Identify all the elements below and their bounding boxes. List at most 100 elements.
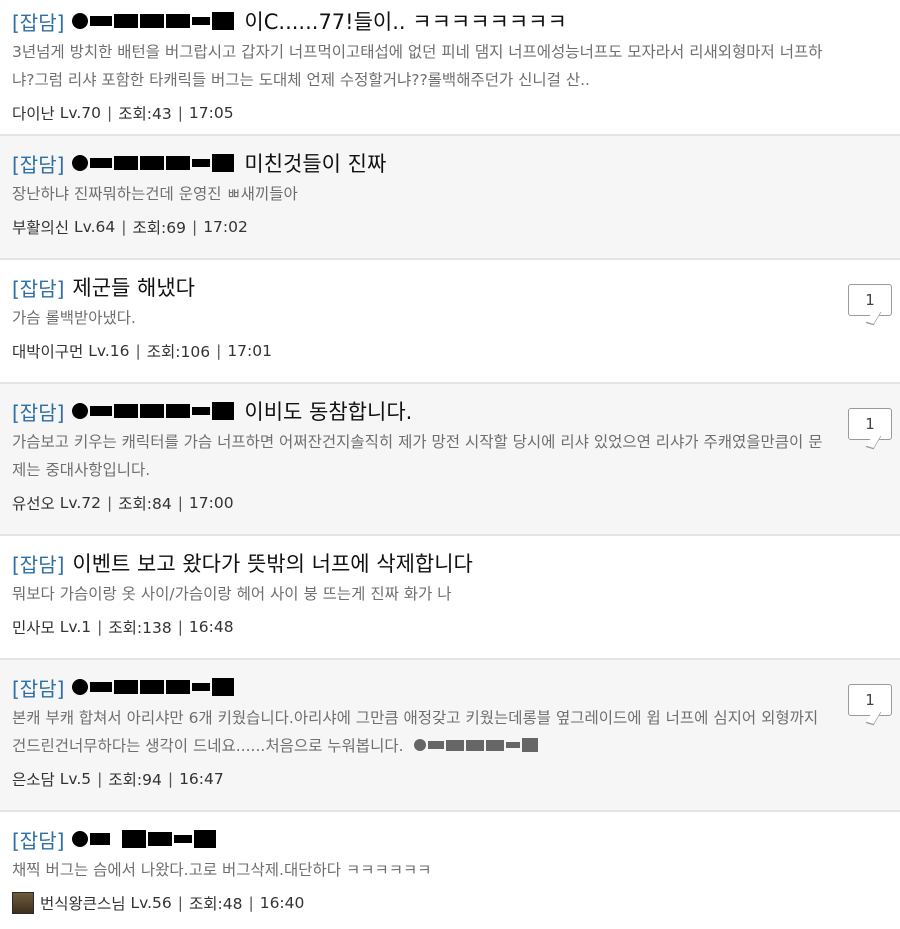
post-title-row[interactable]: [잡담] 미친것들이 진짜 bbox=[12, 150, 836, 177]
mask-bar bbox=[166, 404, 191, 418]
mask-bar bbox=[122, 830, 147, 848]
post-item[interactable]: [잡담] 채찍 버그는 슴에서 나왔다.고로 버그삭제.대단하다 ㅋㅋㅋㅋㅋㅋ … bbox=[0, 812, 900, 929]
post-time: 16:40 bbox=[259, 894, 305, 912]
meta-separator: | bbox=[177, 494, 183, 512]
post-item[interactable]: [잡담] 본캐 부캐 합쳐서 아리샤만 6개 키웠습니다.아리샤에 그만큼 애정… bbox=[0, 660, 900, 812]
mask-dot bbox=[72, 831, 89, 847]
comment-count-badge[interactable]: 1 bbox=[848, 684, 892, 716]
post-title: 이C......77!들이.. ㅋㅋㅋㅋㅋㅋㅋㅋ bbox=[244, 10, 567, 34]
post-title-row[interactable]: [잡담] 이비도 동참합니다. bbox=[12, 398, 836, 425]
meta-separator: | bbox=[177, 894, 183, 912]
mask-bar bbox=[90, 16, 113, 26]
author-name: 부활의신 bbox=[12, 219, 70, 237]
post-meta: 부활의신 Lv.64 | 조회:69 | 17:02 bbox=[12, 216, 836, 238]
redacted-title-mask bbox=[72, 830, 218, 848]
mask-bar bbox=[140, 14, 165, 28]
redacted-title-mask bbox=[72, 402, 236, 420]
meta-separator: | bbox=[106, 104, 113, 122]
view-count: 조회:43 bbox=[118, 105, 172, 123]
post-title: 제군들 해냈다 bbox=[72, 276, 196, 300]
post-title: 미친것들이 진짜 bbox=[244, 152, 387, 176]
post-item[interactable]: [잡담] 이C......77!들이.. ㅋㅋㅋㅋㅋㅋㅋㅋ 3년넘게 방치한 배… bbox=[0, 0, 900, 136]
post-time: 16:47 bbox=[179, 770, 224, 788]
comment-count: 1 bbox=[865, 691, 875, 709]
meta-separator: | bbox=[97, 618, 103, 636]
post-item[interactable]: [잡담] 이벤트 보고 왔다가 뜻밖의 너프에 삭제합니다 뭐보다 가슴이랑 옷… bbox=[0, 536, 900, 660]
mask-bar bbox=[192, 159, 211, 167]
author-level: Lv.1 bbox=[59, 618, 92, 636]
mask-bar bbox=[466, 739, 485, 751]
mask-bar bbox=[446, 739, 465, 751]
mask-bar bbox=[522, 738, 539, 752]
post-title-row[interactable]: [잡담] 이C......77!들이.. ㅋㅋㅋㅋㅋㅋㅋㅋ bbox=[12, 8, 836, 35]
author-name: 다이난 bbox=[12, 105, 55, 123]
comment-count-badge[interactable]: 1 bbox=[848, 408, 892, 440]
mask-bar bbox=[114, 404, 139, 418]
mask-bar bbox=[192, 17, 211, 25]
mask-bar bbox=[114, 680, 139, 694]
mask-bar bbox=[140, 404, 165, 418]
post-meta: 번식왕큰스님 Lv.56 | 조회:48 | 16:40 bbox=[12, 892, 836, 914]
post-category: [잡담] bbox=[12, 552, 65, 577]
author-level: Lv.16 bbox=[88, 342, 130, 360]
author-name: 민사모 bbox=[12, 619, 55, 637]
mask-bar bbox=[506, 742, 521, 748]
mask-bar bbox=[166, 680, 191, 694]
post-item[interactable]: [잡담] 제군들 해냈다 가슴 롤백받아냈다. 대박이구먼 Lv.16 | 조회:1… bbox=[0, 260, 900, 384]
mask-bar bbox=[114, 14, 139, 28]
view-count: 조회:48 bbox=[189, 895, 243, 913]
mask-bar bbox=[166, 14, 191, 28]
post-meta: 다이난 Lv.70 | 조회:43 | 17:05 bbox=[12, 102, 836, 124]
mask-bar bbox=[174, 835, 193, 843]
mask-bar bbox=[90, 833, 111, 845]
mask-dot bbox=[72, 679, 89, 695]
mask-bar bbox=[194, 830, 217, 848]
view-count: 조회:94 bbox=[108, 771, 162, 789]
post-title-row[interactable]: [잡담] 제군들 해냈다 bbox=[12, 274, 836, 301]
post-meta: 민사모 Lv.1 | 조회:138 | 16:48 bbox=[12, 616, 836, 638]
mask-bar bbox=[428, 741, 445, 749]
author-level: Lv.70 bbox=[59, 104, 101, 122]
post-category: [잡담] bbox=[12, 276, 65, 301]
meta-separator: | bbox=[121, 218, 127, 236]
redacted-signature-mask bbox=[414, 738, 540, 752]
redacted-title-mask bbox=[72, 678, 236, 696]
post-category: [잡담] bbox=[12, 828, 65, 853]
post-category: [잡담] bbox=[12, 152, 65, 177]
post-title-row[interactable]: [잡담] bbox=[12, 674, 836, 701]
author-level: Lv.5 bbox=[59, 770, 92, 788]
comment-count: 1 bbox=[865, 291, 875, 309]
author-level: Lv.72 bbox=[59, 494, 101, 512]
mask-bar bbox=[90, 158, 113, 168]
post-title-row[interactable]: [잡담] bbox=[12, 826, 836, 853]
post-excerpt: 본캐 부캐 합쳐서 아리샤만 6개 키웠습니다.아리샤에 그만큼 애정갖고 키웠… bbox=[12, 704, 836, 760]
meta-separator: | bbox=[106, 494, 113, 512]
author-level: Lv.56 bbox=[130, 894, 172, 912]
view-count: 조회:69 bbox=[132, 219, 186, 237]
view-count: 조회:138 bbox=[108, 619, 172, 637]
mask-bar bbox=[192, 407, 211, 415]
mask-bar bbox=[212, 154, 235, 172]
mask-bar bbox=[212, 678, 235, 696]
post-category: [잡담] bbox=[12, 400, 65, 425]
post-time: 17:00 bbox=[188, 494, 234, 512]
meta-separator: | bbox=[177, 104, 183, 122]
post-item[interactable]: [잡담] 이비도 동참합니다. 가슴보고 키우는 캐릭터를 가슴 너프하면 어쩌… bbox=[0, 384, 900, 536]
post-meta: 유선오 Lv.72 | 조회:84 | 17:00 bbox=[12, 492, 836, 514]
post-time: 17:02 bbox=[203, 218, 248, 236]
post-time: 17:01 bbox=[227, 342, 272, 360]
post-item[interactable]: [잡담] 미친것들이 진짜 장난하냐 진짜뭐하는건데 운영진 ㅃ새끼들아 부활의… bbox=[0, 136, 900, 260]
comment-count-badge[interactable]: 1 bbox=[848, 284, 892, 316]
view-count: 조회:84 bbox=[118, 495, 172, 513]
post-title-row[interactable]: [잡담] 이벤트 보고 왔다가 뜻밖의 너프에 삭제합니다 bbox=[12, 550, 836, 577]
post-time: 16:48 bbox=[188, 618, 234, 636]
meta-separator: | bbox=[177, 618, 183, 636]
author-level: Lv.64 bbox=[73, 218, 116, 236]
post-category: [잡담] bbox=[12, 676, 65, 701]
meta-separator: | bbox=[248, 894, 254, 912]
post-meta: 은소담 Lv.5 | 조회:94 | 16:47 bbox=[12, 768, 836, 790]
post-excerpt: 가슴보고 키우는 캐릭터를 가슴 너프하면 어쩌잔건지솔직히 제가 망전 시작할… bbox=[12, 433, 823, 479]
mask-dot bbox=[72, 403, 89, 419]
author-name: 번식왕큰스님 bbox=[40, 895, 126, 913]
post-title: 이벤트 보고 왔다가 뜻밖의 너프에 삭제합니다 bbox=[72, 552, 473, 576]
